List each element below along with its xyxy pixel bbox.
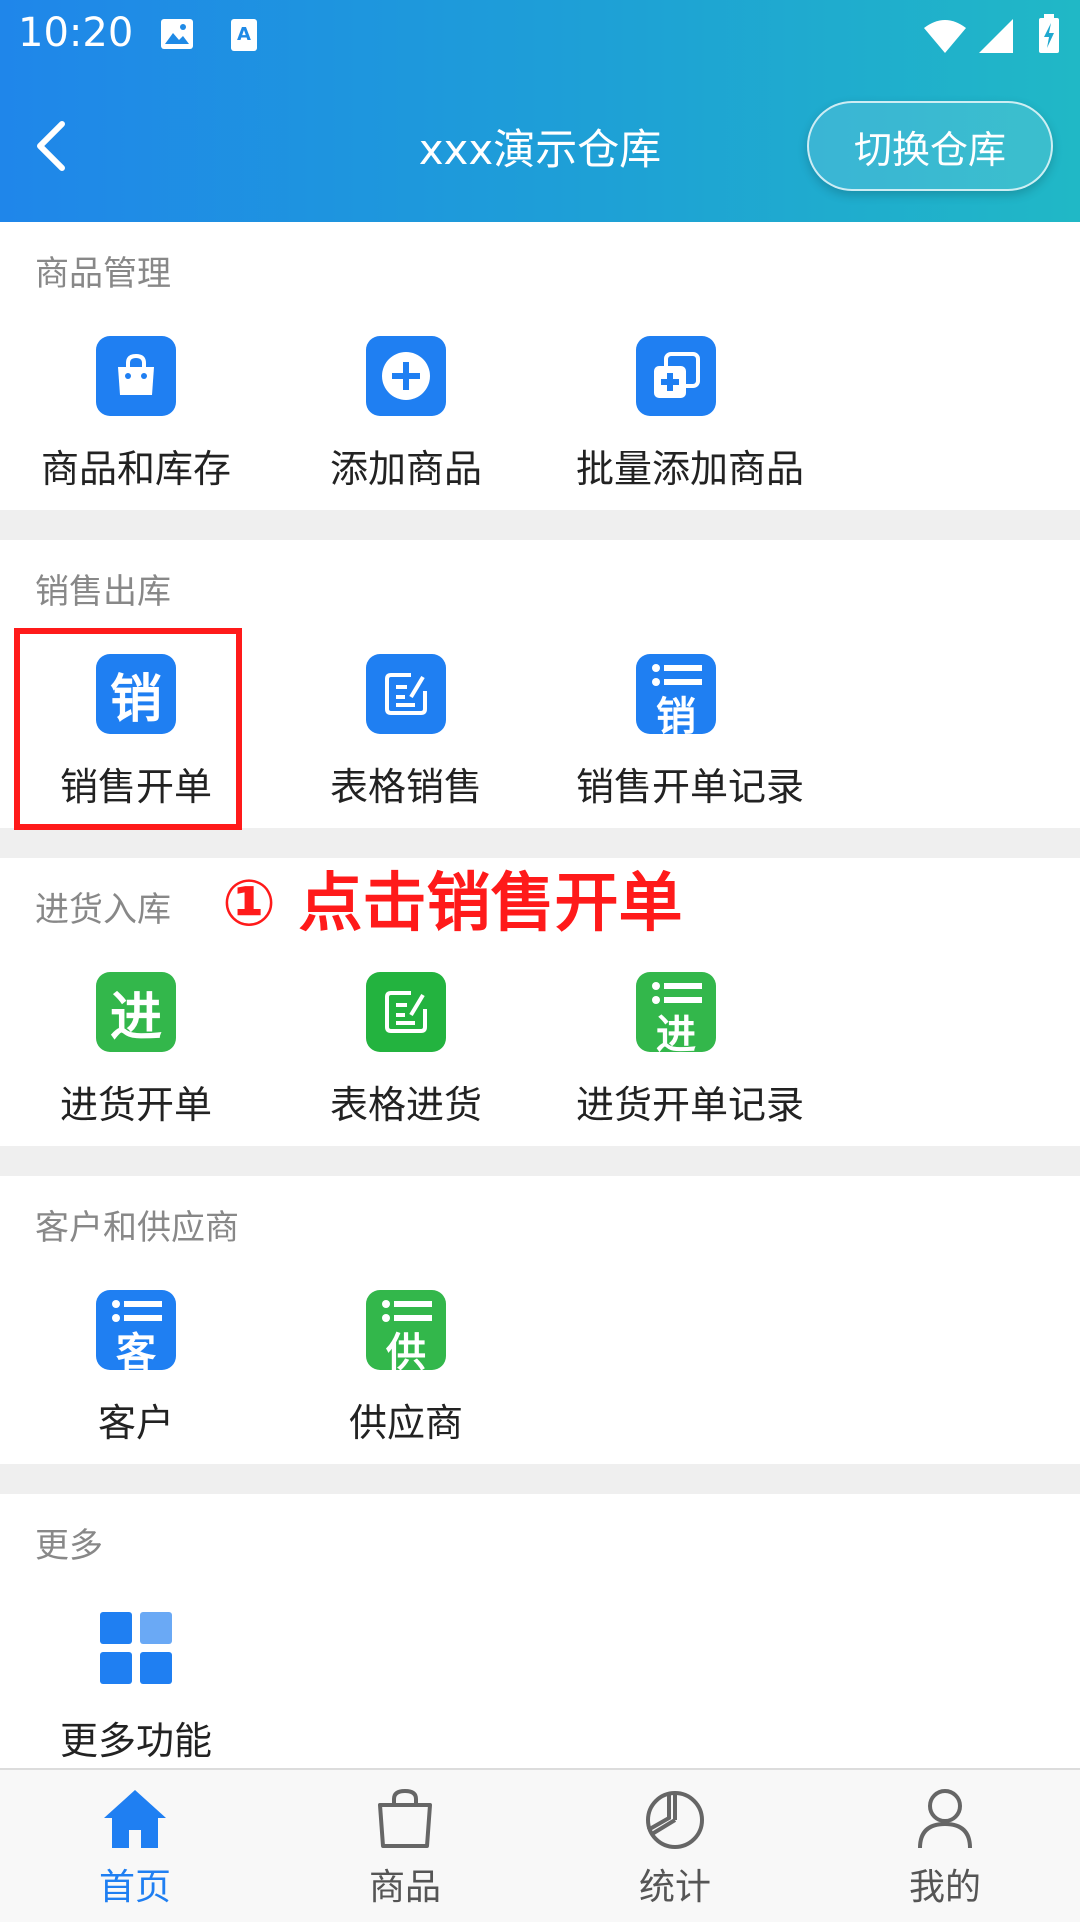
tab-home[interactable]: 首页 — [55, 1788, 215, 1910]
svg-text:A: A — [237, 24, 251, 45]
status-time: 10:20 — [18, 10, 134, 56]
status-bar: 10:20 A — [0, 0, 1080, 72]
section-customers-suppliers: 客户和供应商 客 客户 供 供应商 — [0, 1176, 1080, 1464]
bottom-tab-bar: 首页 商品 统计 我的 — [0, 1768, 1080, 1922]
tile-customers[interactable]: 客 客户 — [36, 1290, 236, 1447]
tile-label: 更多功能 — [59, 1719, 212, 1763]
purchase-list-icon: 进 — [636, 972, 716, 1052]
sale-list-icon: 销 — [636, 654, 716, 734]
section-goods-management: 商品管理 商品和库存 添加商品 批量添加商品 — [0, 222, 1080, 510]
section-title: 销售出库 — [35, 572, 171, 612]
tile-table-sales[interactable]: 表格销售 — [306, 654, 506, 811]
tile-label: 销售开单记录 — [576, 765, 805, 809]
tile-batch-add-goods[interactable]: 批量添加商品 — [576, 336, 805, 493]
tile-add-goods[interactable]: 添加商品 — [306, 336, 506, 493]
tab-goods[interactable]: 商品 — [325, 1788, 485, 1910]
batch-add-icon — [636, 336, 716, 416]
tile-label: 添加商品 — [329, 447, 482, 491]
tile-label: 供应商 — [348, 1401, 463, 1445]
tile-goods-inventory[interactable]: 商品和库存 — [36, 336, 236, 493]
sale-char: 销 — [656, 694, 696, 734]
tile-suppliers[interactable]: 供 供应商 — [306, 1290, 506, 1447]
tile-label: 进货开单记录 — [576, 1083, 805, 1127]
gallery-icon — [161, 19, 193, 49]
tab-label: 统计 — [638, 1867, 711, 1908]
user-icon — [918, 1789, 972, 1849]
customer-char: 客 — [116, 1330, 156, 1370]
tab-label: 我的 — [908, 1867, 981, 1908]
purchase-char-icon: 进 — [96, 972, 176, 1052]
shopping-bag-icon — [96, 336, 176, 416]
app-header: 10:20 A xxx演示仓库 切换仓库 — [0, 0, 1080, 222]
supplier-list-icon: 供 — [366, 1290, 446, 1370]
tile-label: 进货开单 — [59, 1083, 212, 1127]
tutorial-callout: ① 点击销售开单 — [222, 867, 683, 941]
tab-label: 首页 — [98, 1867, 171, 1908]
edit-form-icon — [366, 654, 446, 734]
purchase-char: 进 — [109, 987, 162, 1048]
tutorial-highlight-box — [14, 628, 242, 830]
tile-sales-records[interactable]: 销 销售开单记录 — [576, 654, 805, 811]
tab-mine[interactable]: 我的 — [865, 1788, 1025, 1910]
tile-purchase-order[interactable]: 进 进货开单 — [36, 972, 236, 1129]
home-icon — [104, 1790, 166, 1848]
battery-charging-icon — [1039, 14, 1059, 53]
section-title: 进货入库 — [35, 890, 171, 930]
signal-icon — [979, 19, 1013, 53]
tile-table-purchase[interactable]: 表格进货 — [306, 972, 506, 1129]
edit-form-icon — [366, 972, 446, 1052]
section-title: 更多 — [35, 1526, 103, 1566]
switch-warehouse-button[interactable]: 切换仓库 — [807, 101, 1053, 191]
section-more: 更多 更多功能 — [0, 1494, 1080, 1768]
section-title: 商品管理 — [35, 254, 171, 294]
supplier-char: 供 — [386, 1330, 426, 1370]
pie-chart-icon — [646, 1791, 704, 1849]
tile-label: 批量添加商品 — [576, 447, 805, 491]
grid-apps-icon — [96, 1608, 176, 1688]
tab-statistics[interactable]: 统计 — [595, 1788, 755, 1910]
tile-label: 表格进货 — [329, 1083, 482, 1127]
section-title: 客户和供应商 — [35, 1208, 239, 1248]
customer-list-icon: 客 — [96, 1290, 176, 1370]
tile-label: 表格销售 — [329, 765, 482, 809]
wifi-icon — [924, 20, 966, 53]
shopping-bag-icon — [378, 1788, 432, 1848]
tile-label: 商品和库存 — [40, 447, 231, 491]
tile-purchase-records[interactable]: 进 进货开单记录 — [576, 972, 805, 1129]
purchase-char: 进 — [656, 1012, 696, 1052]
tab-label: 商品 — [368, 1867, 441, 1908]
keyboard-notification-icon: A — [231, 19, 257, 51]
plus-circle-icon — [366, 336, 446, 416]
tile-label: 客户 — [97, 1401, 174, 1445]
tile-more-functions[interactable]: 更多功能 — [36, 1608, 236, 1765]
